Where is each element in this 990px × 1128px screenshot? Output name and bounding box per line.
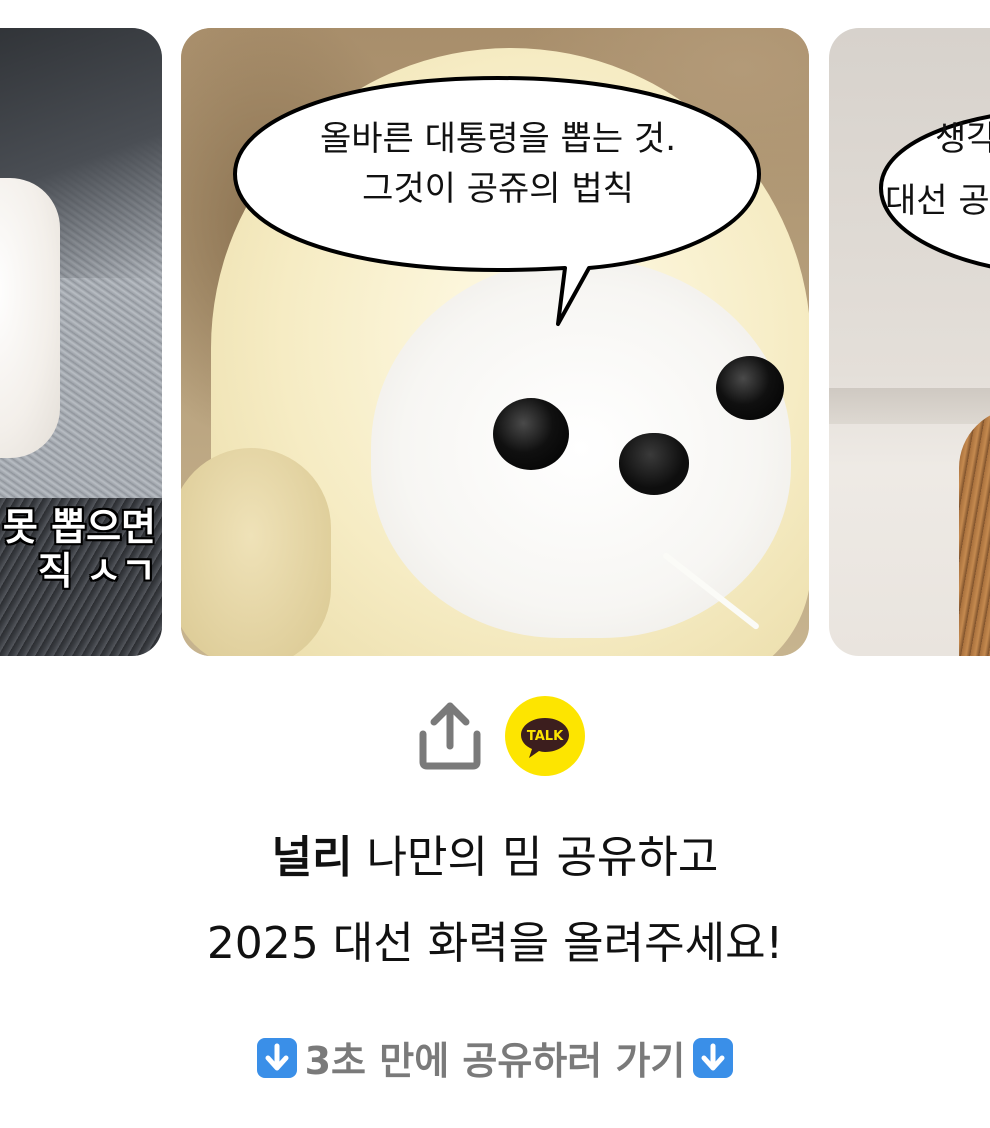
card-photo-dog xyxy=(0,178,60,458)
card-photo-baseboard xyxy=(829,388,990,424)
kakao-talk-icon: TALK xyxy=(521,718,569,758)
bubble-text-line2: 그것이 공쥬의 법칙 xyxy=(362,169,634,209)
meme-card-left[interactable]: 못 뽑으면 직 ㅅㄱ xyxy=(0,28,162,656)
meme-carousel[interactable]: 못 뽑으면 직 ㅅㄱ 올바른 대통령을 뽑는 것. 그것이 공쥬의 법칙 생각 … xyxy=(0,0,990,670)
meme-card-center[interactable]: 올바른 대통령을 뽑는 것. 그것이 공쥬의 법칙 xyxy=(181,28,809,656)
kakao-talk-label: TALK xyxy=(527,729,564,744)
bubble-text-line2: 대선 공 xyxy=(885,181,990,221)
bubble-text-line1: 올바른 대통령을 뽑는 것. xyxy=(319,119,677,159)
share-buttons-row: TALK xyxy=(0,696,990,776)
share-upload-icon[interactable] xyxy=(417,700,483,770)
down-arrow-emoji-icon xyxy=(693,1038,734,1078)
card-photo-cat xyxy=(959,408,990,656)
cta-label: 3초 만에 공유하러 가기 xyxy=(304,1039,686,1083)
meme-caption-line2: 직 ㅅㄱ xyxy=(37,549,156,593)
meme-card-right[interactable]: 생각 대선 공 xyxy=(829,28,990,656)
speech-bubble xyxy=(878,114,990,269)
headline-line1-text: 나만의 밈 공유하고 xyxy=(352,832,719,883)
down-arrow-emoji-icon xyxy=(256,1038,297,1078)
headline-line2: 2025 대선 화력을 올려주세요! xyxy=(206,918,784,969)
brand-name: 널리 xyxy=(271,832,353,883)
bubble-text-line1: 생각 xyxy=(935,119,990,159)
share-cta-link[interactable]: 3초 만에 공유하러 가기 xyxy=(0,1038,990,1080)
kakao-talk-share-button[interactable]: TALK xyxy=(505,696,585,776)
headline-line1: 널리 나만의 밈 공유하고 xyxy=(0,836,990,880)
meme-caption-line1: 못 뽑으면 xyxy=(2,505,156,549)
